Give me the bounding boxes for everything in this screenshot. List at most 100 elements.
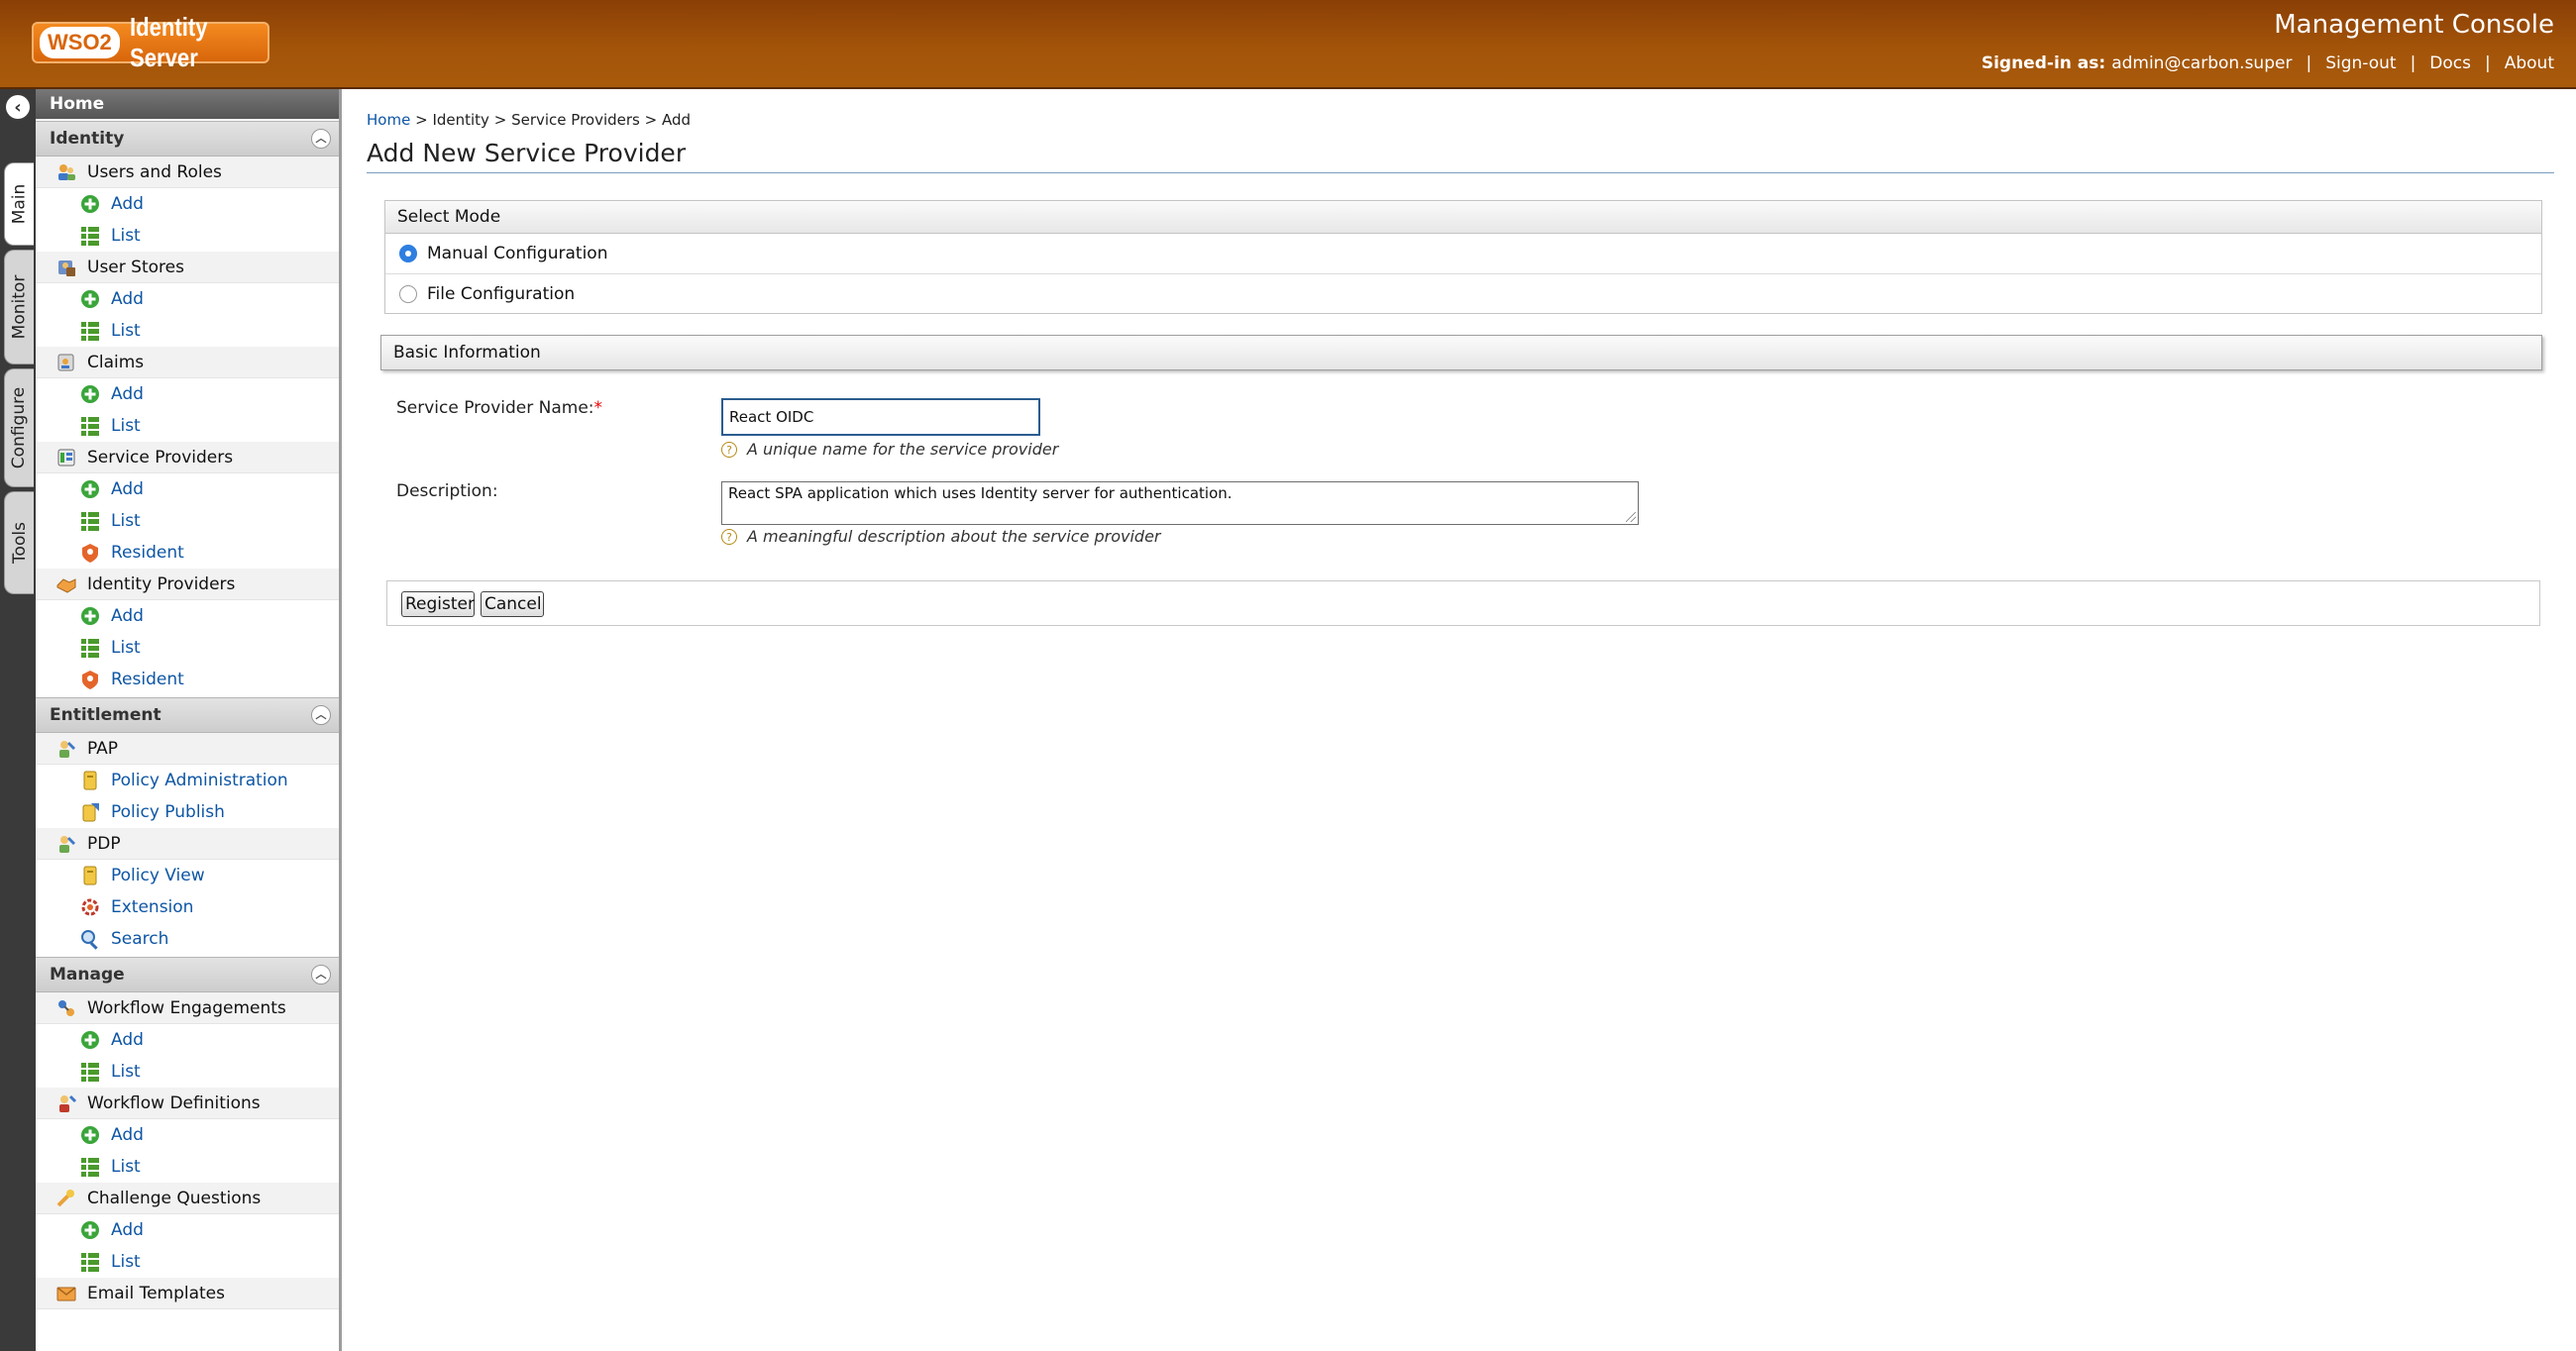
sidebar-item-idp-list[interactable]: List [36,632,339,664]
mode-file-option[interactable]: File Configuration [385,273,2541,314]
collapse-section-icon[interactable]: ︿ [311,129,331,149]
tab-monitor[interactable]: Monitor [4,250,34,364]
resident-icon [82,671,98,689]
sidebar-group-workflow-engagements: Workflow Engagements [36,992,339,1024]
header-bar: WSO2 Identity Server Management Console … [0,0,2576,89]
separator: | [2485,53,2491,73]
register-button[interactable]: Register [401,591,475,617]
sign-out-link[interactable]: Sign-out [2325,53,2396,73]
description-label: Description: [396,481,498,501]
sidebar-home[interactable]: Home [36,89,339,119]
header-user-links: Signed-in as: admin@carbon.super | Sign-… [1982,53,2554,73]
tab-configure[interactable]: Configure [4,368,34,487]
sp-name-label-text: Service Provider Name: [396,398,594,418]
item-label: Add [111,606,144,626]
sidebar-item-sp-list[interactable]: List [36,505,339,537]
sidebar-item-sp-resident[interactable]: Resident [36,537,339,569]
section-entitlement[interactable]: Entitlement ︿ [36,697,339,733]
tab-main[interactable]: Main [4,162,34,246]
sidebar-item-wd-list[interactable]: List [36,1151,339,1183]
group-label: Email Templates [87,1283,225,1303]
cancel-button[interactable]: Cancel [481,591,544,617]
sidebar-menu: Home Identity ︿ Users and Roles Add List… [36,89,342,1351]
description-hint: ? A meaningful description about the ser… [721,527,1161,546]
mode-manual-option[interactable]: Manual Configuration [385,234,2541,273]
sidebar-item-cq-list[interactable]: List [36,1246,339,1278]
sidebar-item-idp-resident[interactable]: Resident [36,664,339,695]
select-mode-header: Select Mode [385,201,2541,234]
email-templates-icon [56,1286,76,1300]
item-label: Add [111,289,144,309]
group-label: PDP [87,833,121,854]
sidebar-item-we-list[interactable]: List [36,1056,339,1088]
breadcrumb-identity: Identity [432,111,489,129]
policy-publish-icon [82,803,99,822]
list-icon [81,227,99,246]
basic-information-header[interactable]: Basic Information [380,335,2542,370]
list-icon [81,639,99,658]
item-label: Resident [111,543,184,563]
group-label: Workflow Engagements [87,997,286,1018]
sidebar-item-sp-add[interactable]: Add [36,473,339,505]
collapse-section-icon[interactable]: ︿ [311,705,331,725]
group-label: Users and Roles [87,161,222,182]
item-label: List [111,1157,141,1177]
item-label: Add [111,1125,144,1145]
group-label: User Stores [87,257,184,277]
breadcrumb-home-link[interactable]: Home [367,111,410,129]
help-icon: ? [721,441,737,458]
mode-file-label: File Configuration [427,284,576,304]
main-content: Home > Identity > Service Providers > Ad… [367,89,2556,1351]
group-label: PAP [87,738,119,759]
sidebar-item-stores-list[interactable]: List [36,315,339,347]
item-label: List [111,416,141,436]
item-label: Policy Publish [111,802,225,822]
sidebar-item-policy-publish[interactable]: Policy Publish [36,796,339,828]
collapse-menu-button[interactable]: ‹ [6,95,30,119]
add-icon [81,607,99,625]
sidebar-item-users-add[interactable]: Add [36,188,339,220]
sidebar-item-wd-add[interactable]: Add [36,1119,339,1151]
console-title: Management Console [2274,10,2554,40]
page-title: Add New Service Provider [367,139,687,167]
breadcrumb: Home > Identity > Service Providers > Ad… [367,111,691,129]
sidebar-item-policy-administration[interactable]: Policy Administration [36,765,339,796]
sidebar-group-challenge-questions: Challenge Questions [36,1183,339,1214]
list-icon [81,512,99,531]
mode-manual-radio[interactable] [399,245,417,262]
sidebar-item-claims-add[interactable]: Add [36,378,339,410]
sp-name-input[interactable]: React OIDC [721,398,1040,436]
sidebar-item-extension[interactable]: Extension [36,891,339,923]
policy-icon [83,771,97,790]
mode-file-radio[interactable] [399,285,417,303]
about-link[interactable]: About [2505,53,2554,73]
sidebar-item-we-add[interactable]: Add [36,1024,339,1056]
description-textarea[interactable]: React SPA application which uses Identit… [721,481,1639,525]
resize-grip-icon[interactable] [1626,512,1636,522]
breadcrumb-separator: > [644,111,658,129]
section-identity-title: Identity [50,129,125,149]
sidebar-item-stores-add[interactable]: Add [36,283,339,315]
users-roles-icon [58,163,75,180]
list-icon [81,1253,99,1272]
section-manage[interactable]: Manage ︿ [36,957,339,992]
description-text: React SPA application which uses Identit… [728,484,1233,502]
item-label: Policy Administration [111,771,288,790]
sp-name-hint: ? A unique name for the service provider [721,440,1058,459]
sidebar-item-search[interactable]: Search [36,923,339,955]
group-label: Claims [87,352,145,372]
sidebar-item-claims-list[interactable]: List [36,410,339,442]
product-logo[interactable]: WSO2 Identity Server [32,12,269,72]
item-label: Policy View [111,866,205,885]
docs-link[interactable]: Docs [2429,53,2471,73]
collapse-section-icon[interactable]: ︿ [311,965,331,985]
sidebar-item-policy-view[interactable]: Policy View [36,860,339,891]
sidebar-item-cq-add[interactable]: Add [36,1214,339,1246]
add-icon [81,1031,99,1049]
sidebar-item-idp-add[interactable]: Add [36,600,339,632]
sidebar-group-service-providers: Service Providers [36,442,339,473]
sidebar-item-users-list[interactable]: List [36,220,339,252]
section-identity[interactable]: Identity ︿ [36,121,339,156]
tab-tools[interactable]: Tools [4,491,34,594]
item-label: Add [111,1030,144,1050]
